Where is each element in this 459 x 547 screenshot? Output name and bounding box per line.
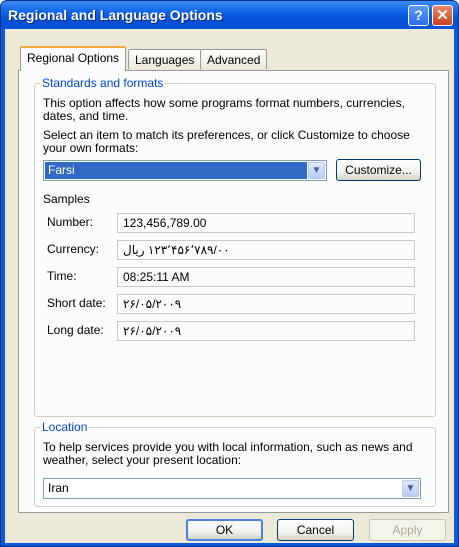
- sample-label-time: Time:: [47, 269, 77, 283]
- help-button[interactable]: ?: [408, 5, 429, 26]
- ok-button[interactable]: OK: [186, 519, 263, 541]
- tab-advanced[interactable]: Advanced: [200, 49, 268, 69]
- format-select[interactable]: Farsi ▼: [43, 160, 327, 181]
- sample-value-long-date: ۲۶/۰۵/۲۰۰۹: [117, 321, 415, 341]
- tab-panel-regional-options: Standards and formats This option affect…: [18, 70, 449, 513]
- location-select[interactable]: Iran ▼: [43, 478, 421, 499]
- standards-group-title: Standards and formats: [40, 76, 166, 90]
- standards-and-formats-group: Standards and formats This option affect…: [34, 76, 436, 417]
- sample-value-number: 123,456,789.00: [117, 213, 415, 233]
- format-select-value: Farsi: [45, 162, 307, 179]
- window-title: Regional and Language Options: [8, 7, 223, 23]
- select-format-prompt: Select an item to match its preferences,…: [43, 128, 410, 155]
- title-bar[interactable]: Regional and Language Options ? ✕: [1, 1, 458, 29]
- apply-button[interactable]: Apply: [369, 519, 446, 541]
- close-button[interactable]: ✕: [432, 5, 453, 26]
- dialog-client-area: Regional Options Languages Advanced Stan…: [5, 29, 454, 543]
- location-select-value: Iran: [48, 481, 69, 495]
- chevron-down-icon[interactable]: ▼: [402, 480, 419, 497]
- customize-button[interactable]: Customize...: [336, 159, 421, 181]
- sample-label-long-date: Long date:: [47, 323, 104, 337]
- dialog-window: Regional and Language Options ? ✕ Region…: [0, 0, 459, 547]
- sample-label-short-date: Short date:: [47, 296, 106, 310]
- location-description: To help services provide you with local …: [43, 440, 413, 467]
- standards-description: This option affects how some programs fo…: [43, 96, 405, 123]
- chevron-down-icon[interactable]: ▼: [308, 162, 325, 179]
- sample-value-short-date: ۲۶/۰۵/۲۰۰۹: [117, 294, 415, 314]
- sample-label-number: Number:: [47, 215, 94, 229]
- location-group: Location To help services provide you wi…: [34, 420, 436, 507]
- location-group-title: Location: [40, 420, 90, 434]
- tab-languages[interactable]: Languages: [128, 49, 202, 69]
- sample-value-time: 08:25:11 AM: [117, 267, 415, 287]
- cancel-button[interactable]: Cancel: [277, 519, 354, 541]
- tab-regional-options[interactable]: Regional Options: [20, 46, 127, 71]
- sample-label-currency: Currency:: [47, 242, 100, 256]
- sample-value-currency: ۱۲۳٬۴۵۶٬۷۸۹/۰۰ ریال: [117, 240, 415, 260]
- samples-heading: Samples: [43, 192, 90, 206]
